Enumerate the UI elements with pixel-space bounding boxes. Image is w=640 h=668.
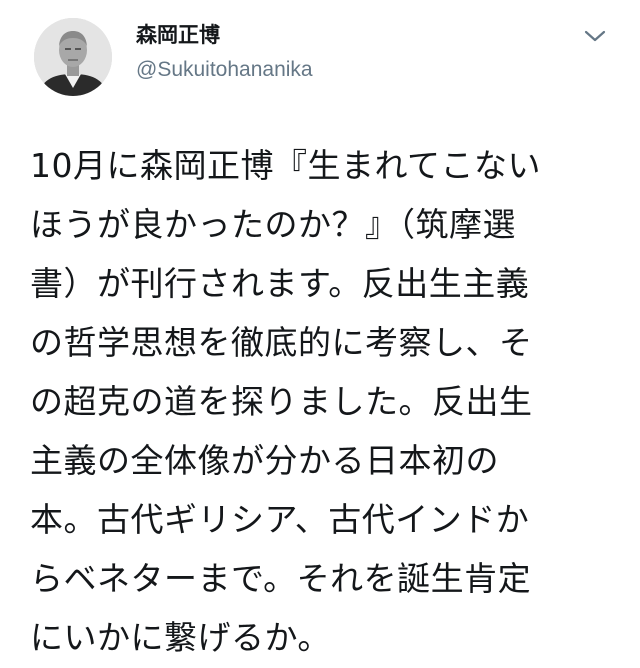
author-display-name[interactable]: 森岡正博: [136, 22, 313, 48]
tweet-header: 森岡正博 @Sukuitohananika: [34, 18, 620, 98]
author-names: 森岡正博 @Sukuitohananika: [136, 22, 313, 82]
avatar[interactable]: [34, 18, 112, 96]
profile-photo: [34, 18, 112, 96]
tweet-text-line: 10月に森岡正博『生まれてこない: [30, 146, 542, 185]
tweet-text-line: ほうが良かったのか？』（筑摩選: [30, 205, 516, 244]
author-handle[interactable]: @Sukuitohananika: [136, 58, 313, 82]
tweet-text-line: の超克の道を探りました。反出生: [30, 382, 533, 421]
tweet-text-line: 書）が刊行されます。反出生主義: [30, 264, 530, 303]
tweet-text: 10月に森岡正博『生まれてこない ほうが良かったのか？』（筑摩選 書）が刊行され…: [30, 136, 620, 667]
tweet-text-line: らベネターまで。それを誕生肯定: [30, 559, 532, 598]
tweet-text-line: 主義の全体像が分かる日本初の: [30, 441, 499, 480]
chevron-down-icon[interactable]: [582, 26, 608, 46]
tweet-card: 森岡正博 @Sukuitohananika 10月に森岡正博『生まれてこない ほ…: [0, 0, 640, 668]
tweet-text-line: 本。古代ギリシア、古代インドか: [30, 500, 530, 539]
tweet-text-line: の哲学思想を徹底的に考察し、そ: [30, 323, 533, 362]
tweet-text-line: にいかに繋げるか。: [30, 618, 331, 657]
